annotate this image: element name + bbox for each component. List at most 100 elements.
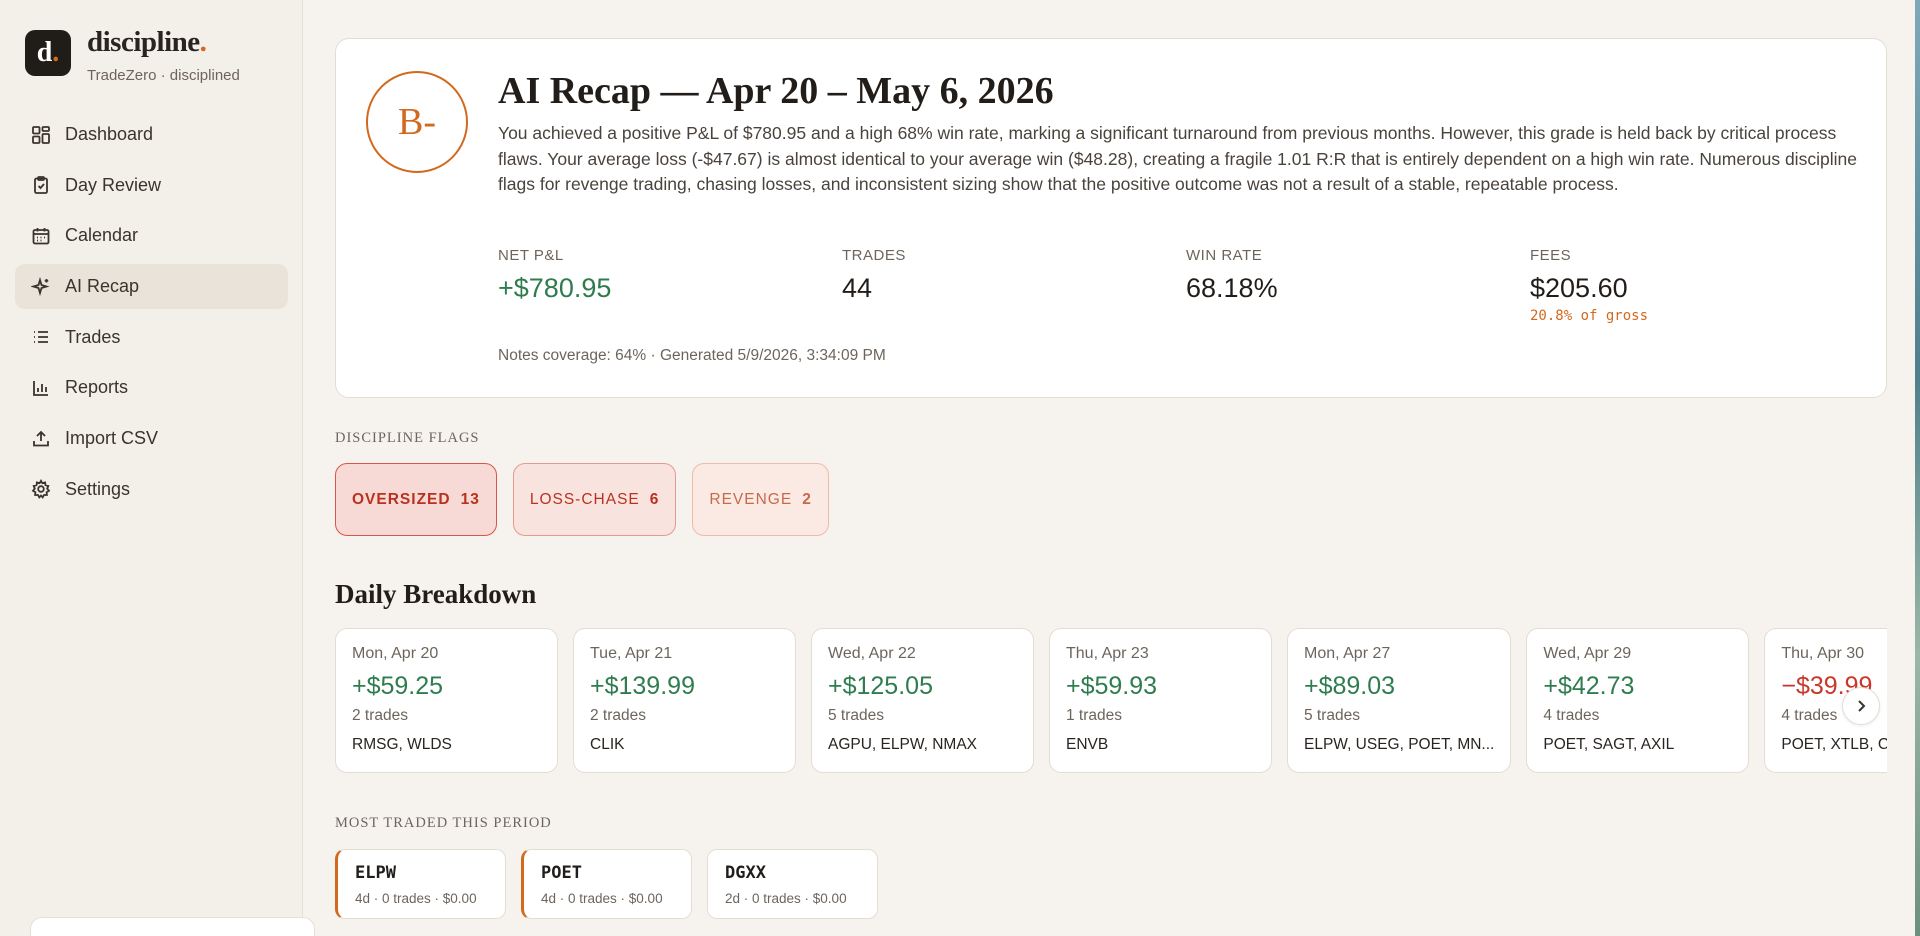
day-date: Wed, Apr 22 (828, 645, 916, 662)
flag-loss-chase[interactable]: LOSS-CHASE 6 (512, 463, 677, 536)
daily-breakdown-list: Mon, Apr 20 +$59.25 2 trades RMSG, WLDS … (335, 628, 1887, 773)
upload-icon (33, 430, 49, 447)
flag-name: REVENGE (709, 490, 793, 508)
day-trade-count: 5 trades (828, 707, 885, 724)
day-tickers: ELPW, USEG, POET, MN... (1304, 736, 1495, 753)
sidebar-item-calendar[interactable]: Calendar (15, 213, 288, 258)
stat-value: 68.18% (1186, 273, 1278, 303)
ticker-card[interactable]: DGXX 2d · 0 trades · $0.00 (707, 849, 878, 919)
stat-trades: TRADES 44 (842, 247, 1186, 324)
flag-oversized[interactable]: OVERSIZED 13 (335, 463, 497, 536)
grade-badge: B- (366, 71, 468, 173)
brand-text: discipline. TradeZero · disciplined (87, 26, 240, 85)
day-card[interactable]: Tue, Apr 21 +$139.99 2 trades CLIK (573, 628, 796, 773)
discipline-flags: OVERSIZED 13 LOSS-CHASE 6 REVENGE 2 (335, 463, 845, 536)
sidebar-item-label: AI Recap (65, 276, 140, 297)
sidebar-item-label: Reports (65, 377, 129, 398)
scroll-right-button[interactable] (1842, 687, 1880, 725)
account-card[interactable] (30, 917, 315, 936)
daily-breakdown-scroller[interactable]: Mon, Apr 20 +$59.25 2 trades RMSG, WLDS … (335, 628, 1887, 773)
day-card[interactable]: Wed, Apr 22 +$125.05 5 trades AGPU, ELPW… (811, 628, 1034, 773)
day-pnl: +$59.25 (352, 672, 444, 700)
daily-breakdown-heading: Daily Breakdown (335, 579, 537, 609)
ticker-symbol: DGXX (725, 863, 766, 883)
day-pnl: +$125.05 (828, 672, 933, 700)
sidebar-item-day-review[interactable]: Day Review (15, 163, 288, 208)
sidebar: d. discipline. TradeZero · disciplined D… (0, 0, 315, 936)
day-card[interactable]: Thu, Apr 23 +$59.93 1 trades ENVB (1049, 628, 1272, 773)
day-date: Thu, Apr 23 (1066, 645, 1149, 662)
stat-fees: FEES $205.60 20.8% of gross (1530, 247, 1874, 324)
flag-count: 13 (460, 490, 480, 508)
day-trade-count: 1 trades (1066, 707, 1123, 724)
sidebar-item-import-csv[interactable]: Import CSV (15, 416, 288, 461)
recap-summary: You achieved a positive P&L of $780.95 a… (498, 123, 1857, 194)
sidebar-item-label: Settings (65, 478, 131, 499)
flag-name: LOSS-CHASE (529, 490, 640, 508)
day-trade-count: 2 trades (590, 707, 647, 724)
flag-count: 2 (802, 490, 812, 508)
stat-label: FEES (1530, 247, 1572, 264)
ticker-meta: 2d · 0 trades · $0.00 (725, 891, 847, 906)
stat-label: WIN RATE (1186, 247, 1263, 264)
stat-net-pnl: NET P&L +$780.95 (498, 247, 842, 324)
day-date: Tue, Apr 21 (590, 645, 673, 662)
logo: d. (25, 30, 71, 76)
day-pnl: +$42.73 (1543, 672, 1635, 700)
day-card[interactable]: Mon, Apr 20 +$59.25 2 trades RMSG, WLDS (335, 628, 558, 773)
day-trade-count: 2 trades (352, 707, 409, 724)
sidebar-item-dashboard[interactable]: Dashboard (15, 112, 288, 157)
sidebar-item-label: Import CSV (65, 428, 159, 449)
stat-subtext: 20.8% of gross (1530, 308, 1649, 324)
ticker-meta: 4d · 0 trades · $0.00 (541, 891, 663, 906)
day-card[interactable]: Mon, Apr 27 +$89.03 5 trades ELPW, USEG,… (1287, 628, 1512, 773)
brand-name: discipline. (87, 26, 207, 58)
day-pnl: +$89.03 (1304, 672, 1396, 700)
recap-card: B- AI Recap — Apr 20 – May 6, 2026 You a… (335, 38, 1887, 398)
day-pnl: +$139.99 (590, 672, 695, 700)
flag-name: OVERSIZED (352, 490, 451, 508)
stat-value: +$780.95 (498, 273, 612, 303)
gear-icon (31, 479, 51, 500)
sidebar-item-settings[interactable]: Settings (15, 467, 288, 512)
desktop-edge (1915, 0, 1920, 936)
ticker-card[interactable]: ELPW 4d · 0 trades · $0.00 (335, 849, 506, 919)
sidebar-item-reports[interactable]: Reports (15, 365, 288, 410)
recap-footer: Notes coverage: 64% · Generated 5/9/2026… (498, 347, 886, 364)
sidebar-item-label: Day Review (65, 174, 162, 195)
discipline-flags-heading: DISCIPLINE FLAGS (335, 430, 480, 446)
day-trade-count: 4 trades (1543, 707, 1600, 724)
flag-revenge[interactable]: REVENGE 2 (692, 463, 829, 536)
stat-win-rate: WIN RATE 68.18% (1186, 247, 1530, 324)
day-tickers: RMSG, WLDS (352, 736, 452, 753)
sidebar-item-ai-recap[interactable]: AI Recap (15, 264, 288, 310)
calendar-icon (32, 227, 50, 245)
sidebar-item-label: Dashboard (65, 124, 154, 144)
sidebar-item-label: Trades (65, 326, 121, 347)
bar-chart-icon (33, 380, 48, 396)
sidebar-item-trades[interactable]: Trades (15, 315, 288, 360)
brand[interactable]: d. discipline. TradeZero · disciplined (25, 26, 240, 85)
day-pnl: +$59.93 (1066, 672, 1158, 700)
day-date: Thu, Apr 30 (1781, 645, 1865, 662)
ticker-card[interactable]: POET 4d · 0 trades · $0.00 (521, 849, 692, 919)
ticker-meta: 4d · 0 trades · $0.00 (355, 891, 477, 906)
day-tickers: AGPU, ELPW, NMAX (828, 736, 978, 753)
sparkle-icon (31, 276, 50, 296)
ticker-symbol: POET (541, 863, 582, 883)
most-traded-list: ELPW 4d · 0 trades · $0.00 POET 4d · 0 t… (335, 849, 893, 919)
day-date: Mon, Apr 20 (352, 645, 439, 662)
day-card[interactable]: Wed, Apr 29 +$42.73 4 trades POET, SAGT,… (1526, 628, 1750, 773)
dashboard-icon (32, 125, 50, 144)
day-date: Wed, Apr 29 (1543, 645, 1632, 662)
stat-value: 44 (842, 273, 873, 303)
stat-label: TRADES (842, 247, 906, 264)
sidebar-item-label: Calendar (65, 225, 139, 246)
sidebar-nav: Dashboard Day Review Calendar AI Recap T… (15, 112, 288, 518)
chevron-right-icon (1858, 700, 1866, 712)
day-tickers: ENVB (1066, 736, 1109, 753)
most-traded-heading: MOST TRADED THIS PERIOD (335, 815, 552, 831)
brand-subtitle: TradeZero · disciplined (87, 67, 240, 84)
day-trade-count: 5 trades (1304, 707, 1361, 724)
flag-count: 6 (649, 490, 660, 508)
